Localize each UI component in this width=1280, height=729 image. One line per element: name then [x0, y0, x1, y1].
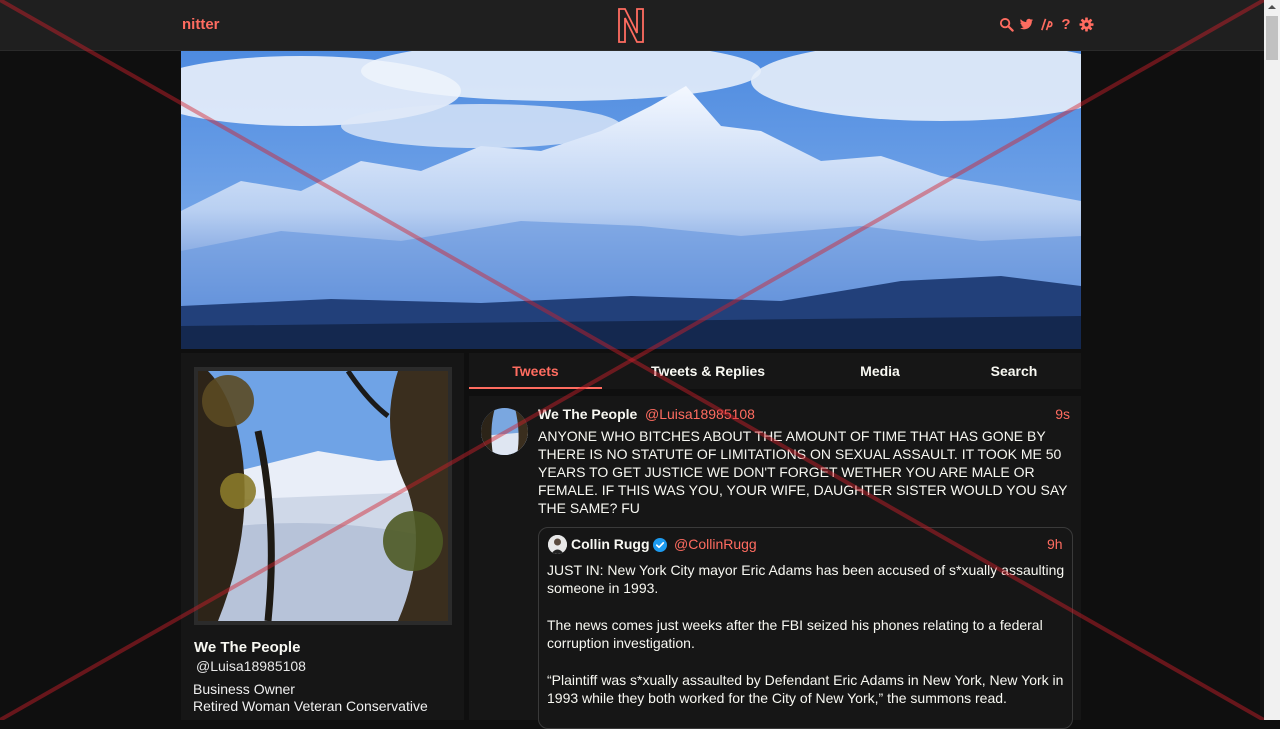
scroll-up-arrow-icon[interactable] — [1264, 0, 1280, 14]
bio-line: Retired Woman Veteran Conservative — [193, 698, 428, 714]
quote-paragraph: JUST IN: New York City mayor Eric Adams … — [547, 562, 1065, 596]
top-navbar: nitter ? — [0, 0, 1264, 51]
twitter-icon[interactable] — [1018, 15, 1034, 33]
profile-banner[interactable] — [181, 51, 1081, 349]
quote-username[interactable]: @CollinRugg — [674, 536, 757, 552]
quote-paragraph: The news comes just weeks after the FBI … — [547, 617, 1043, 651]
profile-fullname[interactable]: We The People — [194, 639, 300, 656]
brand-link[interactable]: nitter — [182, 16, 220, 33]
profile-bio: Business Owner Retired Woman Veteran Con… — [193, 681, 428, 715]
tab-tweets[interactable]: Tweets — [469, 353, 602, 389]
tab-search[interactable]: Search — [959, 353, 1069, 389]
nitter-logo-icon[interactable] — [616, 6, 646, 44]
help-icon[interactable]: ? — [1058, 15, 1074, 33]
quote-date[interactable]: 9h — [1047, 536, 1063, 552]
bio-line: Business Owner — [193, 681, 295, 697]
tweet-avatar[interactable] — [481, 408, 528, 455]
nav-icons: ? — [998, 15, 1094, 33]
page-scrollbar[interactable] — [1264, 0, 1280, 720]
timeline-tabs: Tweets Tweets & Replies Media Search — [469, 353, 1081, 389]
tab-tweets-replies[interactable]: Tweets & Replies — [619, 353, 797, 389]
quote-fullname[interactable]: Collin Rugg — [571, 536, 650, 552]
quote-content: JUST IN: New York City mayor Eric Adams … — [547, 561, 1065, 726]
quote-avatar[interactable] — [548, 535, 567, 554]
tweet-fullname[interactable]: We The People — [538, 406, 637, 422]
tweet-content: ANYONE WHO BITCHES ABOUT THE AMOUNT OF T… — [538, 428, 1068, 516]
search-icon[interactable] — [998, 15, 1014, 33]
rss-icon[interactable] — [1038, 15, 1054, 33]
tab-media[interactable]: Media — [829, 353, 931, 389]
gear-icon[interactable] — [1078, 15, 1094, 33]
verified-badge-icon — [653, 538, 667, 552]
quote-paragraph: “Plaintiff was s*xually assaulted by Def… — [547, 672, 1064, 706]
tweet-username[interactable]: @Luisa18985108 — [645, 406, 755, 422]
tweet-date[interactable]: 9s — [1055, 406, 1070, 422]
profile-username[interactable]: @Luisa18985108 — [196, 658, 306, 674]
profile-avatar[interactable] — [194, 367, 452, 625]
scrollbar-thumb[interactable] — [1266, 16, 1278, 60]
